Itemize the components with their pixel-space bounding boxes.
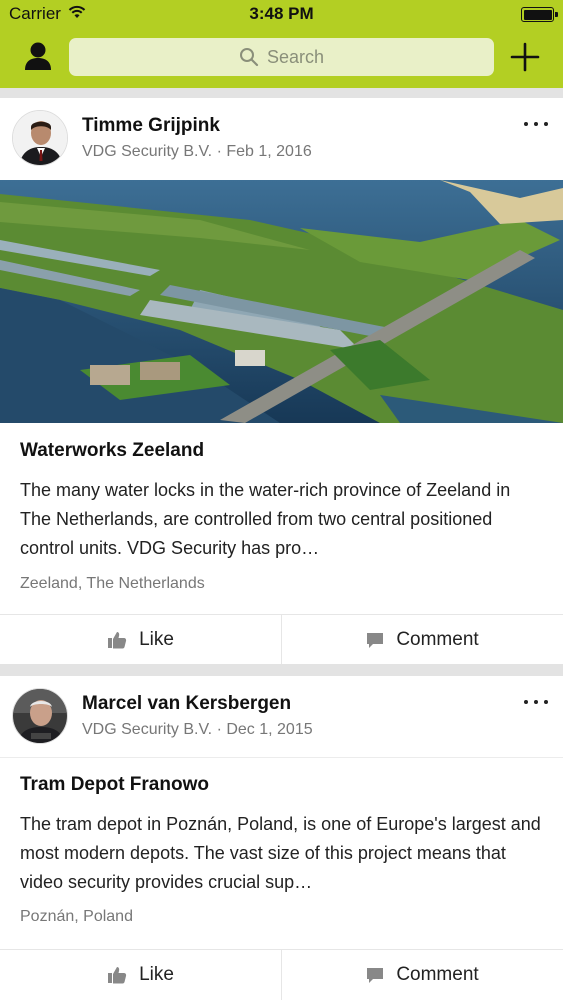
- feed-divider: [0, 664, 563, 676]
- post-meta: VDG Security B.V. · Dec 1, 2015: [82, 721, 313, 738]
- like-label: Like: [139, 629, 174, 650]
- search-placeholder: Search: [266, 46, 325, 67]
- author-name[interactable]: Marcel van Kersbergen: [82, 693, 291, 715]
- like-button[interactable]: Like: [0, 615, 281, 665]
- status-bar: Carrier 3:48 PM: [0, 0, 563, 30]
- post-title[interactable]: Tram Depot Franowo: [20, 774, 209, 796]
- search-input[interactable]: Search: [69, 38, 494, 76]
- like-button[interactable]: Like: [0, 950, 281, 1000]
- author-name[interactable]: Timme Grijpink: [82, 115, 220, 137]
- like-label: Like: [139, 964, 174, 985]
- post-location: Zeeland, The Netherlands: [20, 575, 205, 592]
- post-title[interactable]: Waterworks Zeeland: [20, 440, 204, 462]
- comment-button[interactable]: Comment: [281, 950, 563, 1000]
- thumbs-up-icon: [108, 632, 127, 649]
- comment-label: Comment: [396, 629, 479, 650]
- post-location: Poznán, Poland: [20, 908, 133, 925]
- battery-icon: [521, 7, 558, 22]
- person-icon[interactable]: [22, 40, 54, 72]
- divider: [0, 757, 563, 758]
- more-options-icon[interactable]: [524, 697, 548, 707]
- more-options-icon[interactable]: [524, 119, 548, 129]
- post-meta: VDG Security B.V. · Feb 1, 2016: [82, 143, 312, 160]
- comment-icon: [367, 632, 384, 648]
- post-body: The tram depot in Poznán, Poland, is one…: [20, 814, 541, 892]
- post-image[interactable]: [0, 180, 563, 423]
- clock: 3:48 PM: [249, 4, 314, 23]
- comment-icon: [367, 967, 384, 983]
- plus-icon[interactable]: [509, 41, 541, 73]
- avatar[interactable]: [12, 110, 68, 166]
- post-actions: Like Comment: [0, 614, 563, 665]
- post-card: Timme Grijpink VDG Security B.V. · Feb 1…: [0, 98, 563, 665]
- comment-button[interactable]: Comment: [281, 615, 563, 665]
- post-body: The many water locks in the water-rich p…: [20, 480, 511, 558]
- comment-label: Comment: [396, 964, 479, 985]
- post-card: Marcel van Kersbergen VDG Security B.V. …: [0, 676, 563, 1000]
- feed-divider: [0, 88, 563, 98]
- post-actions: Like Comment: [0, 949, 563, 1000]
- top-bar: Carrier 3:48 PM Search: [0, 0, 563, 88]
- thumbs-up-icon: [108, 967, 127, 984]
- search-icon: [239, 48, 259, 67]
- avatar[interactable]: [12, 688, 68, 744]
